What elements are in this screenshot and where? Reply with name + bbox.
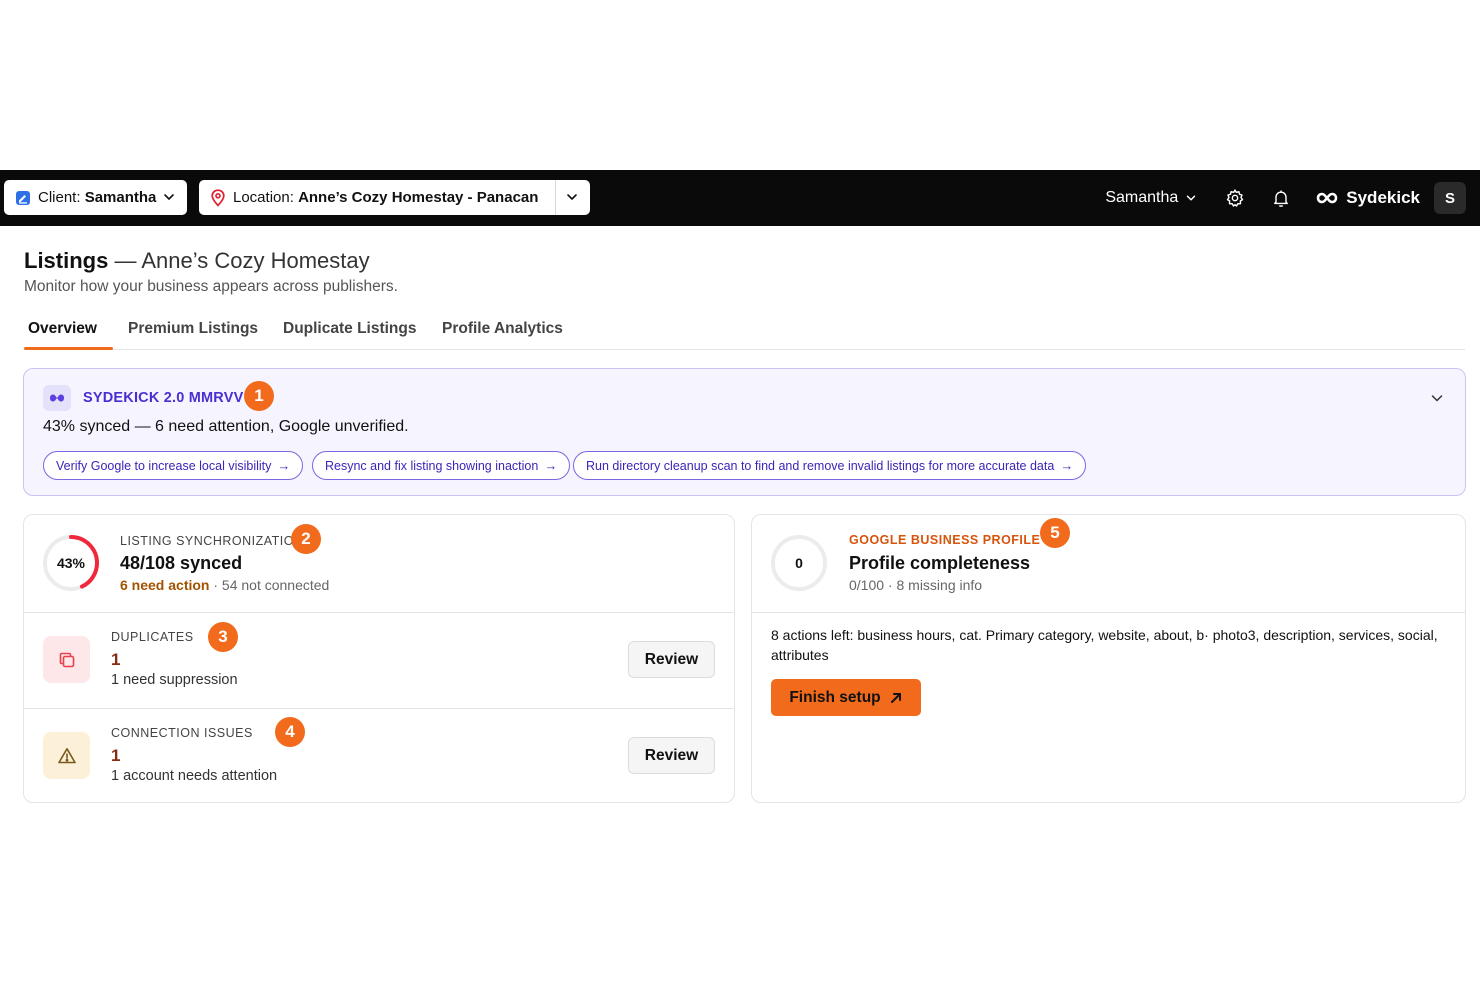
client-icon [14, 189, 32, 207]
step-badge-4: 4 [275, 717, 305, 747]
sync-headline: 48/108 synced [120, 553, 243, 573]
gbp-meta: 0/100 · 8 missing info [849, 577, 983, 593]
chevron-down-icon [1187, 195, 1196, 201]
listing-health-card: 43% LISTING SYNCHRONIZATION 2 48/108 syn… [23, 514, 735, 803]
tab-profile-analytics[interactable]: Profile Analytics [442, 320, 563, 338]
arrow-right-icon: → [1060, 458, 1074, 473]
chip-label: Run directory cleanup scan to find and r… [586, 458, 1055, 473]
topbar-right-group: Samantha Sydekick S [1105, 170, 1466, 226]
finish-setup-label: Finish setup [789, 688, 881, 706]
gbp-headline: Profile completeness [849, 553, 1031, 573]
not-connected-count: 54 not connected [221, 577, 330, 593]
brand-name: Sydekick [1346, 188, 1420, 207]
page-title-location: — Anne’s Cozy Homestay [114, 248, 370, 273]
client-prefix: Client: [38, 189, 81, 206]
chip-label: Resync and fix listing showing inaction [325, 458, 539, 473]
tab-bar: Overview Premium Listings Duplicate List… [24, 312, 1465, 350]
need-action-count: 6 need action [120, 577, 210, 593]
chip-label: Verify Google to increase local visibili… [56, 458, 272, 473]
divider [24, 708, 734, 709]
sync-kicker: LISTING SYNCHRONIZATION [120, 534, 304, 548]
user-menu[interactable]: Samantha [1105, 189, 1198, 207]
divider [24, 612, 734, 613]
banner-summary: 43% synced — 6 need attention, Google un… [43, 418, 409, 435]
avatar[interactable]: S [1434, 182, 1466, 214]
separator-dot: · [213, 577, 219, 593]
warning-icon [43, 732, 90, 779]
step-badge-2: 2 [291, 524, 321, 554]
step-badge-1: 1 [244, 381, 274, 411]
review-duplicates-button[interactable]: Review [628, 641, 715, 678]
connections-description: 1 account needs attention [111, 768, 278, 784]
sync-meta: 6 need action · 54 not connected [120, 577, 329, 593]
duplicates-kicker: DUPLICATES [111, 630, 194, 644]
chevron-down-icon[interactable] [1429, 390, 1445, 411]
tab-duplicate-listings[interactable]: Duplicate Listings [283, 320, 417, 338]
location-pin-icon [209, 188, 227, 207]
location-prefix: Location: [233, 189, 294, 206]
client-selector-label: Client: Samantha [38, 189, 156, 206]
user-name: Samantha [1105, 189, 1179, 206]
arrow-up-right-icon [890, 692, 901, 703]
infinity-logo-icon [1316, 192, 1338, 204]
arrow-right-icon: → [277, 458, 291, 473]
brand-logo[interactable]: Sydekick [1316, 188, 1420, 208]
review-connections-button[interactable]: Review [628, 737, 715, 774]
top-navigation-bar: Client: Samantha Location: Anne’s Cozy H… [0, 170, 1480, 226]
page-title: Listings — Anne’s Cozy Homestay [24, 248, 370, 274]
copy-icon [43, 636, 90, 683]
location-value: Anne’s Cozy Homestay - Panacan [298, 189, 539, 206]
chevron-down-icon[interactable] [564, 189, 580, 205]
chevron-down-icon [161, 189, 177, 205]
duplicates-description: 1 need suppression [111, 672, 238, 688]
sync-percent-label: 43% [56, 555, 86, 571]
client-value: Samantha [84, 189, 157, 206]
divider [555, 180, 556, 215]
google-business-profile-card: 0 GOOGLE BUSINESS PROFILE 5 Profile comp… [751, 514, 1466, 803]
tab-premium-listings[interactable]: Premium Listings [128, 320, 258, 338]
action-chip-cleanup-scan[interactable]: Run directory cleanup scan to find and r… [573, 451, 1087, 480]
location-selector-label: Location: Anne’s Cozy Homestay - Panacan [233, 189, 538, 206]
location-selector[interactable]: Location: Anne’s Cozy Homestay - Panacan [199, 180, 590, 215]
action-chip-verify-google[interactable]: Verify Google to increase local visibili… [43, 451, 304, 480]
step-badge-3: 3 [208, 622, 238, 652]
step-badge-5: 5 [1040, 518, 1070, 548]
bell-icon[interactable] [1270, 187, 1292, 209]
gbp-kicker: GOOGLE BUSINESS PROFILE [849, 533, 1041, 547]
banner-title: SYDEKICK 2.0 MMRVV [83, 390, 244, 406]
sydekick-badge-icon [43, 385, 71, 411]
connections-count: 1 [111, 746, 121, 765]
divider [752, 612, 1465, 613]
finish-setup-button[interactable]: Finish setup [771, 679, 921, 716]
connections-kicker: CONNECTION ISSUES [111, 726, 253, 740]
action-chip-resync[interactable]: Resync and fix listing showing inaction → [312, 451, 571, 480]
page-title-strong: Listings [24, 248, 109, 273]
gear-icon[interactable] [1224, 187, 1246, 209]
tab-overview[interactable]: Overview [28, 320, 97, 338]
gbp-actions-left: 8 actions left: business hours, cat. Pri… [771, 627, 1438, 663]
ai-summary-banner: SYDEKICK 2.0 MMRVV 1 43% synced — 6 need… [23, 368, 1466, 496]
duplicates-count: 1 [111, 650, 121, 669]
active-tab-indicator [24, 347, 113, 350]
page-subtitle: Monitor how your business appears across… [24, 278, 398, 295]
arrow-right-icon: → [544, 458, 558, 473]
client-selector[interactable]: Client: Samantha [4, 180, 187, 215]
profile-score-label: 0 [795, 555, 803, 571]
